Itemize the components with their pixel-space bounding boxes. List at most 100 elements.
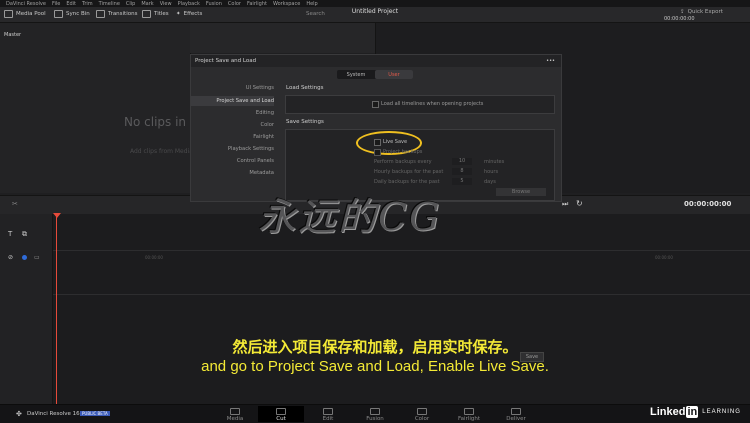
menu-fairlight[interactable]: Fairlight [247,1,267,7]
loop-icon[interactable]: ↻ [576,199,583,208]
menu-trim[interactable]: Trim [82,1,93,7]
page-fusion[interactable]: Fusion [352,406,398,422]
playhead-line[interactable] [56,214,57,404]
page-edit[interactable]: Edit [305,406,351,422]
daily-backups-unit: days [484,179,496,185]
backup-every-unit: minutes [484,159,505,165]
ruler-mark-2: 00:00:00 [655,255,673,260]
hourly-backups-unit: hours [484,169,499,175]
menu-file[interactable]: File [52,1,60,7]
sync-bin-button[interactable]: Sync Bin [54,9,90,19]
sync-bin-label: Sync Bin [66,11,90,17]
sidebar-item-playback-settings[interactable]: Playback Settings [191,146,274,152]
dialog-options-icon[interactable]: ••• [546,58,555,64]
browse-button[interactable]: Browse [496,188,546,196]
title-tool-icon[interactable]: T [8,230,12,238]
timeline-side-panel: T ⧉ ⊘ ▭ [0,214,53,404]
effects-icon: ✦ [176,11,181,17]
menu-workspace[interactable]: Workspace [273,1,300,7]
search-label: Search [306,11,325,17]
media-pool-pane: Master No clips in m Add clips from Medi… [0,23,202,193]
menu-edit[interactable]: Edit [66,1,76,7]
media-pool-label: Media Pool [16,11,46,17]
timeline-timecode: 00:00:00:00 [684,200,732,208]
track-color-dot[interactable] [22,255,27,260]
tab-system[interactable]: System [337,70,375,79]
menu-mark[interactable]: Mark [141,1,153,7]
backup-every-input[interactable]: 10 [452,158,472,165]
menu-fusion[interactable]: Fusion [206,1,222,7]
load-settings-heading: Load Settings [286,85,324,91]
page-media-label: Media [226,416,244,422]
resolve-logo-icon: ✤ [16,410,22,418]
menu-color[interactable]: Color [228,1,241,7]
linkedin-logo: Linked in LEARNING [650,406,741,418]
page-media[interactable]: Media [212,406,258,422]
timeline-area[interactable]: 00:00:00 00:00:00 [0,214,750,404]
deliver-page-icon [511,408,521,415]
sidebar-item-project-save-and-load[interactable]: Project Save and Load [191,96,274,106]
menu-view[interactable]: View [160,1,172,7]
project-backups-checkbox[interactable] [374,149,381,156]
cut-page-icon [276,408,286,415]
page-deliver-label: Deliver [506,416,526,422]
subtitle-english: and go to Project Save and Load, Enable … [201,358,549,375]
media-page-icon [230,408,240,415]
edit-page-icon [323,408,333,415]
master-bin-label[interactable]: Master [4,32,21,38]
dialog-title-bar: Project Save and Load ••• [191,55,561,67]
sidebar-item-metadata[interactable]: Metadata [191,170,274,176]
crop-tool-icon[interactable]: ⧉ [22,230,27,239]
fairlight-page-icon [464,408,474,415]
media-pool-button[interactable]: Media Pool [4,9,46,19]
hourly-backups-input[interactable]: 8 [452,168,472,175]
transitions-button[interactable]: Transitions [96,9,137,19]
audio-link-icon[interactable]: ⊘ [8,254,13,261]
menu-playback[interactable]: Playback [178,1,200,7]
daily-backups-label: Daily backups for the past [374,179,440,185]
project-title: Untitled Project [351,8,399,15]
app-name[interactable]: DaVinci Resolve [6,1,46,7]
menu-bar: DaVinci Resolve File Edit Trim Timeline … [0,0,750,7]
daily-backups-input[interactable]: 5 [452,178,472,185]
track-divider [52,250,750,251]
watermark-text: 永远的CG [258,195,442,239]
dialog-title: Project Save and Load [195,58,257,64]
menu-clip[interactable]: Clip [126,1,135,7]
sidebar-item-control-panels[interactable]: Control Panels [191,158,274,164]
menu-help[interactable]: Help [306,1,317,7]
color-page-icon [417,408,427,415]
sidebar-item-color[interactable]: Color [191,122,274,128]
product-name: DaVinci Resolve 16 [27,411,80,417]
sidebar-item-fairlight[interactable]: Fairlight [191,134,274,140]
fusion-page-icon [370,408,380,415]
search-field[interactable]: Search [306,9,325,19]
sidebar-item-ui-settings[interactable]: UI Settings [191,85,274,91]
monitor-icon[interactable]: ▭ [34,254,40,261]
ruler-mark: 00:00:00 [145,255,163,260]
titles-button[interactable]: Titles [142,9,169,19]
sidebar-item-editing[interactable]: Editing [191,110,274,116]
media-pool-icon [4,10,13,18]
track-divider-2 [52,294,750,295]
page-edit-label: Edit [322,416,334,422]
transitions-icon [96,10,105,18]
subtitle-chinese: 然后进入项目保存和加载，启用实时保存。 [232,338,518,356]
load-all-timelines-checkbox[interactable] [372,101,379,108]
page-cut[interactable]: Cut [258,406,304,422]
tab-user[interactable]: User [375,70,413,79]
page-color[interactable]: Color [399,406,445,422]
next-frame-icon[interactable]: ⏭ [562,200,568,209]
hourly-backups-label: Hourly backups for the past [374,169,444,175]
titles-icon [142,10,151,18]
project-settings-dialog: Project Save and Load ••• System User UI… [190,54,562,202]
menu-timeline[interactable]: Timeline [99,1,120,7]
effects-button[interactable]: ✦ Effects [176,9,202,19]
scissors-icon[interactable]: ✂ [12,200,18,208]
playhead-marker[interactable] [53,213,61,218]
page-deliver[interactable]: Deliver [493,406,539,422]
sync-bin-icon [54,10,63,18]
save-settings-heading: Save Settings [286,119,324,125]
load-all-timelines-label: Load all timelines when opening projects [381,101,484,107]
page-fairlight[interactable]: Fairlight [446,406,492,422]
